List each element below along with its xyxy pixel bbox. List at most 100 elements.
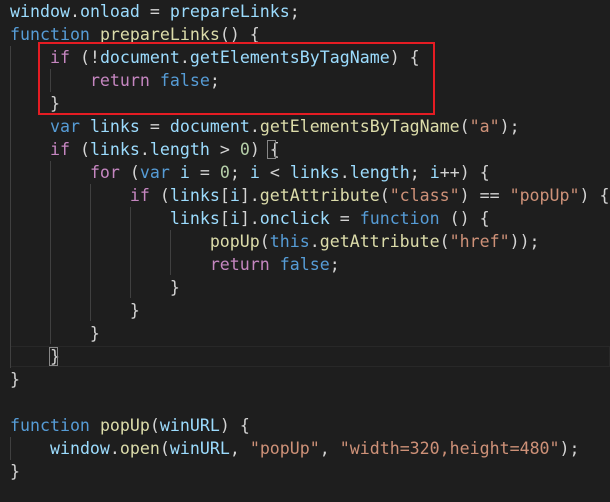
code-line[interactable]: } xyxy=(10,322,100,345)
code-line[interactable]: window.onload = prepareLinks; xyxy=(10,0,300,23)
code-token: length xyxy=(149,140,210,159)
code-token: length xyxy=(349,163,410,182)
code-token: < xyxy=(259,163,290,182)
code-token: )); xyxy=(509,232,540,251)
code-token: winURL xyxy=(169,439,230,458)
code-token: winURL xyxy=(159,416,220,435)
code-token: ( xyxy=(459,117,470,136)
code-token: i xyxy=(179,163,190,182)
code-token: if xyxy=(49,140,70,159)
code-token: ) { xyxy=(219,416,250,435)
code-token: ); xyxy=(559,439,580,458)
code-token: popUp xyxy=(209,232,260,251)
code-token: () { xyxy=(439,209,490,228)
code-token: = xyxy=(189,163,220,182)
code-token: onload xyxy=(79,2,140,21)
code-token: ; xyxy=(229,163,250,182)
code-token: "width=320,height=480" xyxy=(339,439,560,458)
code-token: ); xyxy=(499,117,520,136)
code-token: for xyxy=(89,163,120,182)
code-token: return xyxy=(209,255,270,274)
code-line[interactable]: links[i].onclick = function () { xyxy=(10,207,490,230)
code-line[interactable]: window.open(winURL, "popUp", "width=320,… xyxy=(10,437,580,460)
code-token: "class" xyxy=(389,186,460,205)
code-token: ( xyxy=(69,140,90,159)
code-token: ; xyxy=(289,2,300,21)
code-token: . xyxy=(249,117,260,136)
code-token: ( xyxy=(149,186,170,205)
code-token: ) == xyxy=(459,186,510,205)
code-token: ; xyxy=(329,255,340,274)
code-token: getAttribute xyxy=(319,232,440,251)
code-token: ++) { xyxy=(439,163,490,182)
code-token: ( xyxy=(259,232,270,251)
code-token: "popUp" xyxy=(509,186,580,205)
code-token: window xyxy=(10,2,70,21)
code-line[interactable]: if (links.length > 0) { xyxy=(10,138,280,161)
code-line[interactable]: var links = document.getElementsByTagNam… xyxy=(10,115,520,138)
code-token: = xyxy=(139,117,170,136)
code-token: links xyxy=(289,163,340,182)
current-line-highlight xyxy=(10,346,610,367)
code-editor[interactable]: window.onload = prepareLinks; function pr… xyxy=(0,0,610,502)
code-token: links xyxy=(169,186,220,205)
code-line[interactable]: return false; xyxy=(10,253,340,276)
bracket-match-close xyxy=(49,347,58,366)
code-token: function xyxy=(359,209,440,228)
code-token: , xyxy=(319,439,340,458)
code-token: ( xyxy=(159,439,170,458)
code-token: . xyxy=(309,232,320,251)
code-token: . xyxy=(69,2,80,21)
code-token: links xyxy=(89,117,140,136)
code-token: > xyxy=(209,140,240,159)
code-line[interactable]: } xyxy=(10,368,20,391)
code-token: } xyxy=(10,370,20,389)
code-line[interactable]: function popUp(winURL) { xyxy=(10,414,250,437)
code-token: "a" xyxy=(469,117,500,136)
code-line[interactable]: } xyxy=(10,460,20,483)
code-token: = xyxy=(329,209,360,228)
code-token: } xyxy=(10,324,100,343)
code-line[interactable]: popUp(this.getAttribute("href")); xyxy=(10,230,540,253)
code-token: if xyxy=(129,186,150,205)
code-line[interactable]: } xyxy=(10,276,180,299)
code-token: } xyxy=(10,462,20,481)
code-token: getAttribute xyxy=(259,186,380,205)
code-token: = xyxy=(139,2,170,21)
code-token: . xyxy=(339,163,350,182)
code-token: 0 xyxy=(219,163,230,182)
code-token: ) { xyxy=(579,186,610,205)
code-token: ]. xyxy=(239,209,260,228)
code-token: getElementsByTagName xyxy=(259,117,460,136)
code-line[interactable]: for (var i = 0; i < links.length; i++) { xyxy=(10,161,490,184)
code-token: links xyxy=(89,140,140,159)
code-line[interactable]: if (links[i].getAttribute("class") == "p… xyxy=(10,184,610,207)
code-token: false xyxy=(279,255,330,274)
code-token: [ xyxy=(219,209,230,228)
code-token: [ xyxy=(219,186,230,205)
code-token: ]. xyxy=(239,186,260,205)
code-token: function xyxy=(10,416,90,435)
code-token: . xyxy=(139,140,150,159)
bracket-match-open xyxy=(267,140,276,159)
code-token: ( xyxy=(379,186,390,205)
annotation-highlight-box xyxy=(38,42,435,115)
code-token: } xyxy=(10,278,180,297)
code-line[interactable]: } xyxy=(10,299,140,322)
code-token: this xyxy=(269,232,310,251)
code-token: var xyxy=(49,117,80,136)
code-token: window xyxy=(49,439,110,458)
code-token: onclick xyxy=(259,209,330,228)
code-token: document xyxy=(169,117,250,136)
